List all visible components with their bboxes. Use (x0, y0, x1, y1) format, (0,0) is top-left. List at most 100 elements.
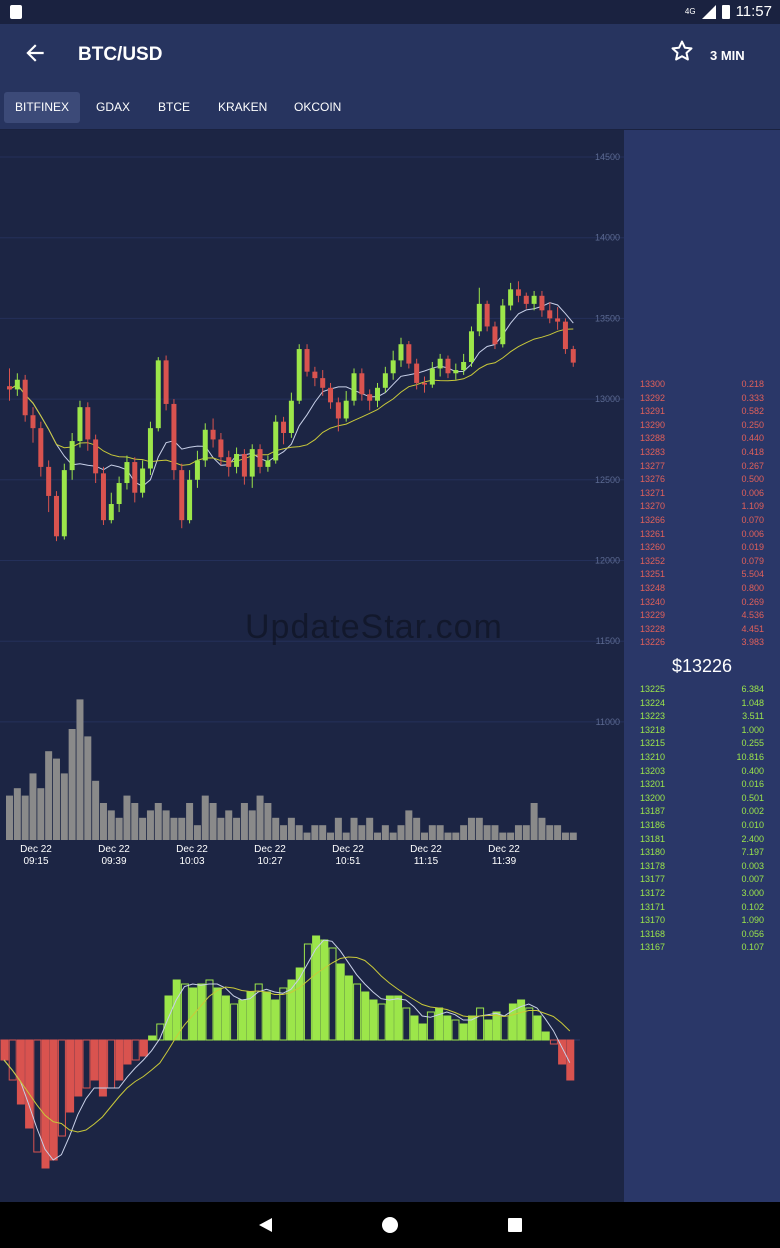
tab-kraken[interactable]: KRAKEN (207, 92, 278, 123)
macd-bar-positive (172, 979, 181, 1041)
candle-down (38, 428, 44, 467)
bid-row: 13218 1.000 (640, 724, 764, 737)
volume-bar (366, 817, 374, 840)
candle-up (382, 373, 388, 388)
volume-bar (538, 817, 546, 840)
volume-bar (99, 803, 107, 840)
bid-row: 13181 2.400 (640, 833, 764, 846)
volume-bar (170, 817, 178, 840)
volume-bar (272, 817, 280, 840)
star-outline-icon[interactable] (670, 39, 694, 70)
bid-row: 13224 1.048 (640, 697, 764, 710)
volume-bar (530, 803, 538, 840)
nav-back-icon[interactable] (254, 1214, 276, 1236)
tab-gdax[interactable]: GDAX (85, 92, 141, 123)
interval-button[interactable]: 3 MIN (710, 48, 745, 63)
arrow-back-icon[interactable] (22, 40, 48, 66)
macd-bar-positive (443, 1015, 452, 1041)
candle-up (77, 407, 83, 442)
macd-bar-negative (0, 1039, 9, 1061)
macd-bar-positive (148, 1035, 157, 1041)
bid-row: 13210 10.816 (640, 751, 764, 764)
macd-bar-negative (549, 1039, 558, 1045)
candle-down (30, 415, 36, 429)
bid-amount: 0.400 (741, 765, 764, 776)
tab-bitfinex[interactable]: BITFINEX (4, 92, 81, 123)
order-book: 13300 0.218 13292 0.333 13291 0.582 13290 0.250… (624, 130, 780, 1202)
x-tick-date: Dec 22 (20, 844, 52, 855)
candle-down (257, 449, 263, 467)
candle-down (320, 378, 326, 388)
nav-home-icon[interactable] (379, 1214, 401, 1236)
bid-price: 13215 (640, 738, 666, 749)
macd-signal-lines (3, 939, 571, 1161)
macd-bar-positive (525, 1007, 534, 1041)
sd-card-icon (10, 5, 22, 19)
x-tick-date: Dec 22 (332, 844, 364, 855)
ask-amount: 0.440 (741, 433, 764, 444)
ask-price: 13277 (640, 460, 666, 471)
volume-bar (60, 773, 68, 840)
bid-amount: 3.511 (742, 711, 764, 722)
macd-bar-positive (312, 935, 321, 1041)
candle-up (202, 429, 208, 461)
tab-okcoin[interactable]: OKCOIN (283, 92, 352, 123)
bid-amount: 6.384 (741, 684, 764, 694)
ask-amount: 0.500 (741, 474, 764, 485)
tab-btce[interactable]: BTCE (147, 92, 201, 123)
ask-price: 13260 (640, 542, 666, 553)
bid-price: 13225 (640, 684, 666, 694)
macd-bar-negative (90, 1039, 99, 1081)
candle-up (296, 349, 302, 401)
volume-bar (21, 795, 29, 840)
signal-icon (701, 4, 716, 19)
macd-bar-positive (377, 1003, 386, 1041)
ask-amount: 0.800 (741, 583, 764, 593)
bid-price: 13201 (640, 779, 666, 790)
ask-row: 13288 0.440 (640, 432, 764, 445)
volume-bar (569, 832, 577, 840)
volume-bar (561, 832, 569, 840)
candle-up (187, 479, 193, 521)
ask-row: 13261 0.006 (640, 528, 764, 541)
candle-up (398, 344, 404, 361)
y-tick-label: 14000 (595, 233, 620, 243)
bid-price: 13223 (640, 711, 666, 722)
network-type: 4G (684, 7, 696, 16)
candle-up (147, 428, 153, 469)
y-tick-label: 12500 (595, 475, 620, 485)
ask-price: 13251 (640, 569, 666, 580)
app-bar: BTC/USD 3 MIN (0, 24, 780, 86)
x-tick-time: 09:15 (23, 856, 48, 867)
macd-line (3, 939, 571, 1161)
price-chart[interactable]: 14500 14000 13500 13000 12500 12000 11500 11000… (0, 130, 624, 1202)
bid-amount: 1.090 (741, 915, 764, 926)
candle-down (100, 473, 106, 521)
volume-bar (546, 825, 554, 840)
macd-bar-positive (230, 1003, 239, 1041)
y-tick-label: 11500 (596, 636, 620, 646)
candle-up (265, 460, 271, 467)
ask-row: 13276 0.500 (640, 473, 764, 486)
macd-bar-positive (484, 1019, 493, 1041)
x-tick-date: Dec 22 (488, 844, 520, 855)
bid-price: 13177 (640, 874, 666, 885)
volume-bar (52, 758, 60, 840)
x-tick-date: Dec 22 (176, 844, 208, 855)
last-price: $13226 (671, 656, 733, 676)
volume-bar (240, 803, 248, 840)
candle-up (476, 303, 482, 332)
ask-price: 13288 (640, 433, 666, 444)
ask-row: 13229 4.536 (640, 609, 764, 622)
candle-down (445, 358, 451, 374)
ask-amount: 5.504 (741, 569, 764, 580)
candle-down (281, 421, 287, 433)
candle-down (163, 360, 169, 404)
nav-recents-icon[interactable] (504, 1214, 526, 1236)
candle-down (171, 403, 177, 471)
chart-canvas[interactable]: 14500 14000 13500 13000 12500 12000 11500 11000… (0, 130, 624, 1202)
candle-up (288, 400, 294, 433)
candle-up (249, 449, 255, 477)
volume-bar (554, 825, 562, 840)
candle-up (437, 358, 443, 369)
